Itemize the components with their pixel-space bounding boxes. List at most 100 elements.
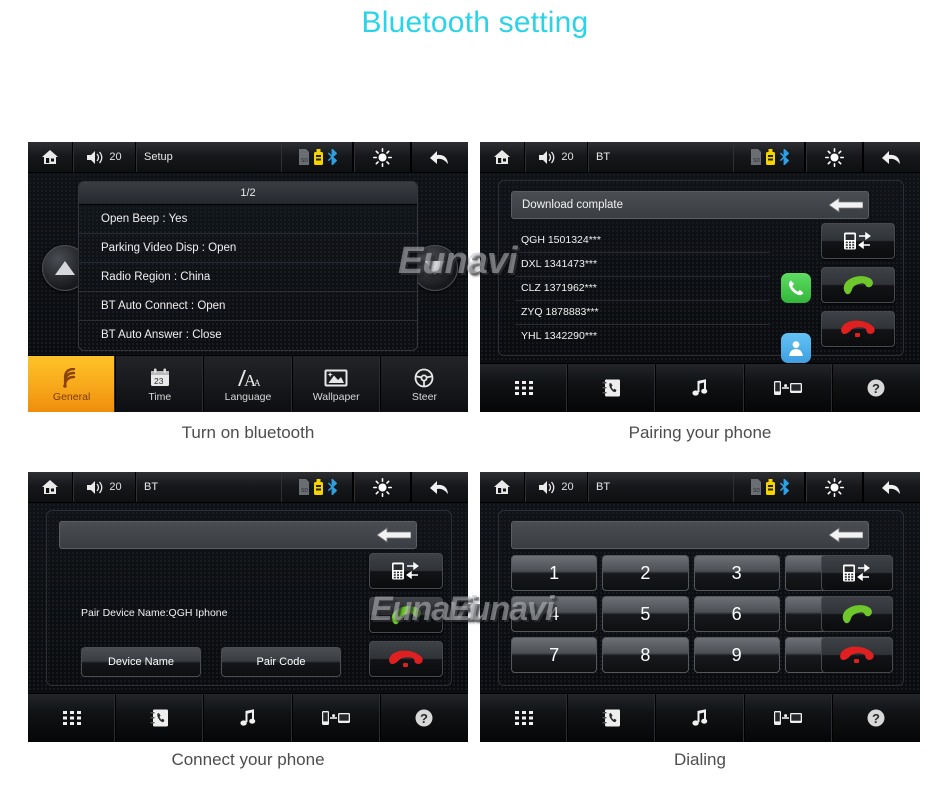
back-button[interactable] (411, 142, 468, 172)
contacts-button[interactable] (781, 333, 811, 363)
transfer-audio-button[interactable] (369, 553, 443, 589)
backspace-arrow-icon[interactable] (829, 527, 863, 543)
back-arrow-icon (430, 481, 448, 494)
scroll-down-button[interactable] (412, 245, 458, 291)
nav-keypad[interactable] (480, 364, 569, 412)
status-bar: 20 BT SD (28, 472, 468, 503)
nav-music[interactable] (656, 694, 745, 742)
home-button[interactable] (480, 472, 525, 502)
key-4[interactable]: 4 (511, 596, 598, 632)
brightness-button[interactable] (805, 142, 863, 172)
nav-help[interactable]: ? (381, 694, 468, 742)
home-button[interactable] (28, 142, 73, 172)
device-screen-connect: 20 BT SD Pair Device Name:QGH Iphone Dev… (28, 472, 468, 742)
signal-waves-icon (61, 366, 83, 388)
list-item[interactable]: CLZ 1371962*** (515, 277, 770, 301)
brightness-button[interactable] (805, 472, 863, 502)
nav-keypad[interactable] (480, 694, 569, 742)
answer-phone-icon (842, 605, 872, 624)
key-3[interactable]: 3 (693, 555, 780, 591)
tab-time[interactable]: 23 Time (116, 356, 205, 412)
key-7[interactable]: 7 (511, 637, 598, 673)
setting-row-radio-region[interactable]: Radio Region : China (79, 263, 417, 292)
volume-value: 20 (561, 481, 574, 493)
nav-phonebook[interactable] (116, 694, 205, 742)
setting-row-bt-auto-connect[interactable]: BT Auto Connect : Open (79, 292, 417, 321)
transfer-audio-button[interactable] (821, 223, 895, 259)
key-2[interactable]: 2 (602, 555, 689, 591)
end-call-button[interactable] (821, 637, 893, 673)
home-button[interactable] (480, 142, 525, 172)
nav-phonebook[interactable] (568, 694, 657, 742)
answer-phone-icon (391, 606, 421, 625)
call-list-button[interactable] (781, 273, 811, 303)
back-button[interactable] (411, 472, 468, 502)
volume-button[interactable]: 20 (525, 142, 588, 172)
svg-text:?: ? (420, 711, 428, 726)
end-call-button[interactable] (821, 311, 895, 347)
list-item[interactable]: YHL 1342290*** (515, 325, 770, 348)
tab-language[interactable]: A A Language (204, 356, 293, 412)
setting-row-parking-video[interactable]: Parking Video Disp : Open (79, 234, 417, 263)
list-item[interactable]: ZYQ 1878883*** (515, 301, 770, 325)
key-6[interactable]: 6 (693, 596, 780, 632)
key-5[interactable]: 5 (602, 596, 689, 632)
phonebook-icon (602, 709, 620, 727)
tab-general[interactable]: General (28, 356, 117, 412)
answer-call-button[interactable] (369, 597, 443, 633)
tab-wallpaper[interactable]: Wallpaper (292, 356, 381, 412)
status-field[interactable]: Download complate (511, 191, 869, 219)
number-field[interactable] (59, 521, 417, 549)
end-call-button[interactable] (369, 641, 443, 677)
brightness-icon (824, 477, 844, 497)
backspace-arrow-icon[interactable] (829, 197, 863, 213)
tab-label-wallpaper: Wallpaper (312, 390, 360, 403)
list-item[interactable]: DXL 1341473*** (515, 253, 770, 277)
transfer-audio-button[interactable] (821, 555, 893, 591)
answer-call-button[interactable] (821, 596, 893, 632)
back-button[interactable] (863, 472, 920, 502)
number-field[interactable] (511, 521, 869, 549)
list-item[interactable]: QGH 1501324*** (515, 229, 770, 253)
key-1[interactable]: 1 (511, 555, 598, 591)
key-9[interactable]: 9 (693, 637, 780, 673)
pair-code-button[interactable]: Pair Code (221, 647, 341, 677)
volume-button[interactable]: 20 (525, 472, 588, 502)
brightness-button[interactable] (353, 472, 411, 502)
help-question-icon: ? (867, 709, 885, 727)
usb-icon (313, 479, 323, 495)
device-name-button[interactable]: Device Name (81, 647, 201, 677)
end-call-icon (841, 320, 875, 337)
phone-transfer-icon (843, 563, 870, 582)
answer-call-button[interactable] (821, 267, 895, 303)
volume-button[interactable]: 20 (73, 142, 136, 172)
backspace-arrow-icon[interactable] (377, 527, 411, 543)
dialing-body: 1 2 3 * 4 5 6 # 7 8 9 0 (480, 503, 920, 691)
nav-help[interactable]: ? (833, 694, 920, 742)
screen-title: BT (596, 481, 611, 493)
triangle-down-icon (425, 261, 445, 275)
nav-music[interactable] (204, 694, 293, 742)
tab-steer[interactable]: Steer (380, 356, 468, 412)
nav-link[interactable] (745, 364, 833, 412)
svg-text:A: A (254, 378, 261, 388)
nav-phonebook[interactable] (568, 364, 657, 412)
panel-caption-pairing-your-phone: Pairing your phone (628, 423, 772, 442)
panel-caption-turn-on-bluetooth: Turn on bluetooth (181, 423, 315, 442)
nav-link[interactable] (293, 694, 381, 742)
nav-keypad[interactable] (28, 694, 117, 742)
nav-music[interactable] (656, 364, 745, 412)
back-button[interactable] (863, 142, 920, 172)
nav-help[interactable]: ? (833, 364, 920, 412)
home-button[interactable] (28, 472, 73, 502)
dialpad-grid-icon (514, 381, 533, 395)
volume-button[interactable]: 20 (73, 472, 136, 502)
back-arrow-icon (882, 481, 900, 494)
setting-row-open-beep[interactable]: Open Beep : Yes (79, 205, 417, 234)
setting-row-bt-auto-answer[interactable]: BT Auto Answer : Close (79, 321, 417, 349)
brightness-button[interactable] (353, 142, 411, 172)
bluetooth-icon (779, 479, 789, 495)
key-8[interactable]: 8 (602, 637, 689, 673)
panel-caption-connect-your-phone: Connect your phone (171, 750, 325, 769)
nav-link[interactable] (745, 694, 833, 742)
